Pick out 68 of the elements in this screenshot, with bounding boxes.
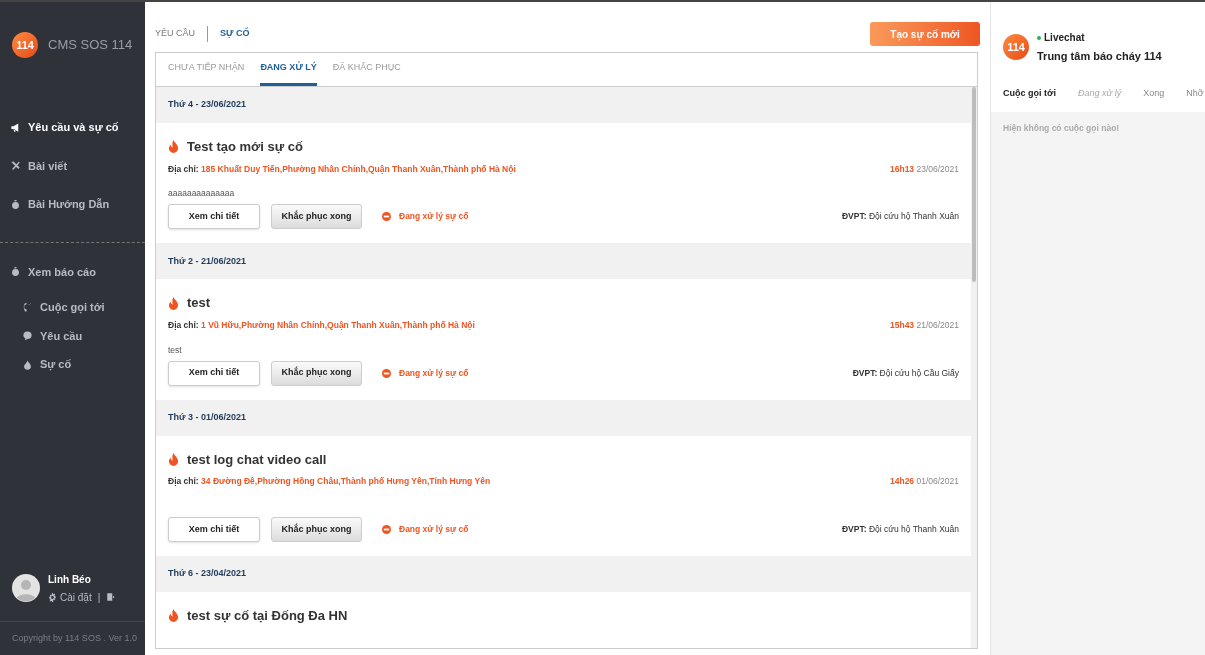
address-text: Địa chỉ: 1 Vũ Hữu,Phường Nhân Chính,Quận Thanh Xuân,Thành phố Hà Nội (168, 318, 475, 332)
resolved-button[interactable]: Khắc phục xong (271, 360, 362, 386)
stopwatch-icon (10, 198, 21, 210)
incident-title: Test tạo mới sự cố (187, 138, 303, 156)
call-tab[interactable]: Nhỡ (1186, 86, 1204, 100)
megaphone-icon (10, 121, 21, 133)
sidebar-item[interactable]: Bài Hướng Dẫn (0, 185, 145, 224)
flame-icon (168, 609, 179, 622)
separator-text: | (97, 590, 101, 605)
status-label: Đang xử lý sự cố (382, 522, 469, 536)
date-header: Thứ 4 - 23/06/2021 (156, 87, 971, 123)
settings-link[interactable]: Cài đặt (48, 589, 92, 605)
chat-bubble-icon (22, 330, 33, 342)
flame-icon (168, 296, 179, 310)
rescue-unit-text: ĐVPT: Đội cứu hộ Cầu Giấy (852, 366, 959, 380)
stopwatch-icon (10, 266, 21, 278)
status-label: Đang xử lý sự cố (382, 210, 469, 224)
tools-icon (10, 160, 21, 172)
address-text: Địa chỉ: 185 Khuất Duy Tiến,Phường Nhân Chính,Quận Thanh Xuân,Thành phố Hà Nội (168, 162, 516, 176)
status-label: Đang xử lý sự cố (382, 366, 469, 380)
date-header: Thứ 2 - 21/06/2021 (156, 243, 971, 280)
description-text: aaaaaaaaaaaaaa (168, 187, 236, 199)
logout-icon[interactable] (106, 592, 117, 602)
description-text: test (168, 343, 183, 355)
rescue-unit-text: ĐVPT: Đội cứu hộ Thanh Xuân (841, 522, 959, 536)
view-details-button[interactable]: Xem chi tiết (168, 360, 260, 386)
copyright-text: Copyright by 114 SOS . Ver 1.0 (0, 620, 145, 655)
date-header: Thứ 6 - 23/04/2021 (156, 555, 971, 592)
sidebar-item[interactable]: Bài viết (0, 146, 145, 185)
date-header: Thứ 3 - 01/06/2021 (156, 399, 971, 436)
settings-icon (48, 592, 57, 602)
address-text: Địa chỉ: 34 Đường Đê,Phường Hồng Châu,Thành phố Hưng Yên,Tỉnh Hưng Yên (168, 475, 491, 488)
minus-circle-icon (382, 368, 391, 378)
sidebar-item[interactable]: Sự cố (0, 350, 145, 379)
sidebar-item[interactable]: Xem báo cáo (0, 252, 145, 291)
section-tab[interactable]: YÊU CẦU (155, 27, 195, 41)
user-name: Linh Béo (48, 572, 92, 587)
flame-icon (168, 140, 179, 154)
drop-icon (22, 358, 33, 370)
incident-title: test (187, 294, 211, 313)
flame-icon (168, 452, 179, 466)
sidebar-item[interactable]: Cuộc gọi tới (0, 293, 145, 322)
sidebar-item[interactable]: Yêu cầu và sự cố (0, 108, 145, 147)
logo-badge: 114 (1003, 34, 1029, 61)
resolved-button[interactable]: Khắc phục xong (271, 204, 362, 230)
incident-title: test sự cố tại Đống Đa HN (187, 606, 348, 625)
phone-icon (22, 301, 33, 313)
sidebar-item[interactable]: Yêu cầu (0, 321, 145, 350)
livechat-label: Livechat (1044, 31, 1085, 45)
minus-circle-icon (382, 524, 391, 534)
avatar-silhouette-icon (12, 574, 40, 602)
incident-time: 15h43 21/06/2021 (890, 318, 959, 332)
call-tab[interactable]: Xong (1143, 86, 1165, 100)
view-details-button[interactable]: Xem chi tiết (168, 204, 260, 230)
section-tab[interactable]: SỰ CỐ (220, 27, 250, 41)
scrollbar[interactable] (971, 87, 977, 648)
app-title: CMS SOS 114 (48, 36, 133, 55)
minus-circle-icon (382, 212, 391, 222)
empty-message: Hiện không có cuộc gọi nào! (1002, 122, 1121, 135)
incident-time: 14h26 01/06/2021 (890, 475, 959, 488)
logo-badge: 114 (12, 32, 38, 58)
call-tab[interactable]: Cuộc gọi tới (1003, 86, 1056, 100)
resolved-button[interactable]: Khắc phục xong (271, 516, 362, 542)
rescue-unit-text: ĐVPT: Đội cứu hộ Thanh Xuân (841, 210, 959, 224)
incident-title: test log chat video call (187, 450, 327, 469)
incident-time: 16h13 23/06/2021 (890, 162, 959, 176)
view-details-button[interactable]: Xem chi tiết (168, 516, 260, 542)
center-name: Trung tâm báo cháy 114 (1037, 49, 1162, 64)
